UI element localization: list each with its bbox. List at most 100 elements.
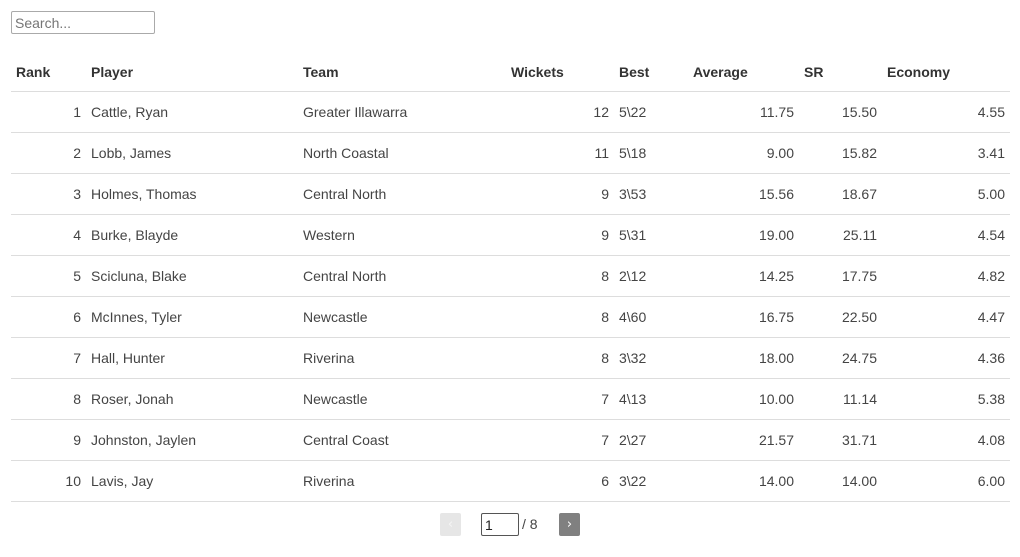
cell-economy: 5.00 [882, 173, 1010, 215]
column-header-wickets[interactable]: Wickets [506, 53, 614, 92]
cell-rank: 4 [11, 214, 86, 256]
cell-rank: 2 [11, 132, 86, 174]
cell-average: 14.00 [688, 460, 799, 502]
column-header-team[interactable]: Team [298, 53, 506, 92]
cell-economy: 4.54 [882, 214, 1010, 256]
cell-rank: 6 [11, 296, 86, 338]
table-row[interactable]: 10 Lavis, Jay Riverina 6 3\22 14.00 14.00 6.00 [11, 460, 1010, 502]
cell-wickets: 7 [506, 419, 614, 461]
cell-average: 19.00 [688, 214, 799, 256]
table-row[interactable]: 1 Cattle, Ryan Greater Illawarra 12 5\22 11.7… [11, 91, 1010, 133]
cell-best: 4\60 [614, 296, 688, 338]
cell-best: 5\18 [614, 132, 688, 174]
chevron-left-icon: ‹ [447, 517, 454, 532]
cell-team: Central North [298, 255, 506, 297]
bowling-stats-table: Rank Player Team Wickets Best Average SR… [11, 53, 1010, 502]
chevron-right-icon: › [566, 517, 573, 532]
cell-wickets: 9 [506, 214, 614, 256]
cell-wickets: 8 [506, 255, 614, 297]
cell-team: Riverina [298, 460, 506, 502]
cell-wickets: 7 [506, 378, 614, 420]
cell-player: Cattle, Ryan [86, 91, 298, 133]
cell-rank: 9 [11, 419, 86, 461]
cell-average: 10.00 [688, 378, 799, 420]
cell-sr: 24.75 [799, 337, 882, 379]
cell-player: McInnes, Tyler [86, 296, 298, 338]
cell-rank: 5 [11, 255, 86, 297]
cell-sr: 17.75 [799, 255, 882, 297]
table-row[interactable]: 9 Johnston, Jaylen Central Coast 7 2\27 21.57… [11, 419, 1010, 461]
cell-best: 3\53 [614, 173, 688, 215]
cell-rank: 8 [11, 378, 86, 420]
column-header-best[interactable]: Best [614, 53, 688, 92]
cell-player: Holmes, Thomas [86, 173, 298, 215]
cell-sr: 25.11 [799, 214, 882, 256]
next-page-button[interactable]: › [559, 513, 580, 536]
cell-sr: 15.82 [799, 132, 882, 174]
cell-sr: 18.67 [799, 173, 882, 215]
cell-team: Central Coast [298, 419, 506, 461]
cell-best: 2\12 [614, 255, 688, 297]
cell-average: 11.75 [688, 91, 799, 133]
cell-rank: 7 [11, 337, 86, 379]
cell-economy: 4.36 [882, 337, 1010, 379]
cell-average: 21.57 [688, 419, 799, 461]
cell-economy: 4.08 [882, 419, 1010, 461]
total-pages-label: / 8 [522, 516, 538, 532]
cell-average: 16.75 [688, 296, 799, 338]
cell-rank: 10 [11, 460, 86, 502]
cell-wickets: 8 [506, 296, 614, 338]
cell-wickets: 6 [506, 460, 614, 502]
column-header-player[interactable]: Player [86, 53, 298, 92]
cell-best: 4\13 [614, 378, 688, 420]
cell-best: 2\27 [614, 419, 688, 461]
cell-economy: 4.82 [882, 255, 1010, 297]
cell-best: 5\22 [614, 91, 688, 133]
cell-economy: 5.38 [882, 378, 1010, 420]
cell-team: North Coastal [298, 132, 506, 174]
table-row[interactable]: 5 Scicluna, Blake Central North 8 2\12 14.25 1… [11, 255, 1010, 297]
cell-best: 3\32 [614, 337, 688, 379]
cell-rank: 1 [11, 91, 86, 133]
cell-sr: 11.14 [799, 378, 882, 420]
column-header-sr[interactable]: SR [799, 53, 882, 92]
table-row[interactable]: 3 Holmes, Thomas Central North 9 3\53 15.56 18… [11, 173, 1010, 215]
cell-average: 18.00 [688, 337, 799, 379]
cell-team: Central North [298, 173, 506, 215]
cell-player: Hall, Hunter [86, 337, 298, 379]
cell-average: 14.25 [688, 255, 799, 297]
cell-wickets: 9 [506, 173, 614, 215]
column-header-economy[interactable]: Economy [882, 53, 1010, 92]
table-row[interactable]: 6 McInnes, Tyler Newcastle 8 4\60 16.75 22.50 4… [11, 296, 1010, 338]
table-row[interactable]: 7 Hall, Hunter Riverina 8 3\32 18.00 24.75 4.36 [11, 337, 1010, 379]
cell-wickets: 8 [506, 337, 614, 379]
cell-sr: 14.00 [799, 460, 882, 502]
cell-team: Newcastle [298, 378, 506, 420]
cell-team: Riverina [298, 337, 506, 379]
cell-economy: 4.55 [882, 91, 1010, 133]
table-row[interactable]: 4 Burke, Blayde Western 9 5\31 19.00 25.11 4.54 [11, 214, 1010, 256]
cell-player: Scicluna, Blake [86, 255, 298, 297]
cell-sr: 22.50 [799, 296, 882, 338]
cell-player: Lavis, Jay [86, 460, 298, 502]
pagination: ‹ / 8 › [0, 513, 1020, 537]
cell-wickets: 12 [506, 91, 614, 133]
table-row[interactable]: 8 Roser, Jonah Newcastle 7 4\13 10.00 11.14 5.3… [11, 378, 1010, 420]
cell-economy: 4.47 [882, 296, 1010, 338]
cell-average: 9.00 [688, 132, 799, 174]
search-input[interactable] [11, 11, 155, 34]
cell-sr: 15.50 [799, 91, 882, 133]
cell-best: 3\22 [614, 460, 688, 502]
previous-page-button[interactable]: ‹ [440, 513, 461, 536]
header-row: Rank Player Team Wickets Best Average SR… [11, 53, 1010, 92]
column-header-average[interactable]: Average [688, 53, 799, 92]
table-row[interactable]: 2 Lobb, James North Coastal 11 5\18 9.00 15.82… [11, 132, 1010, 174]
cell-economy: 6.00 [882, 460, 1010, 502]
cell-player: Lobb, James [86, 132, 298, 174]
cell-rank: 3 [11, 173, 86, 215]
column-header-rank[interactable]: Rank [11, 53, 86, 92]
cell-average: 15.56 [688, 173, 799, 215]
cell-team: Greater Illawarra [298, 91, 506, 133]
page-number-input[interactable] [481, 513, 519, 536]
cell-player: Roser, Jonah [86, 378, 298, 420]
